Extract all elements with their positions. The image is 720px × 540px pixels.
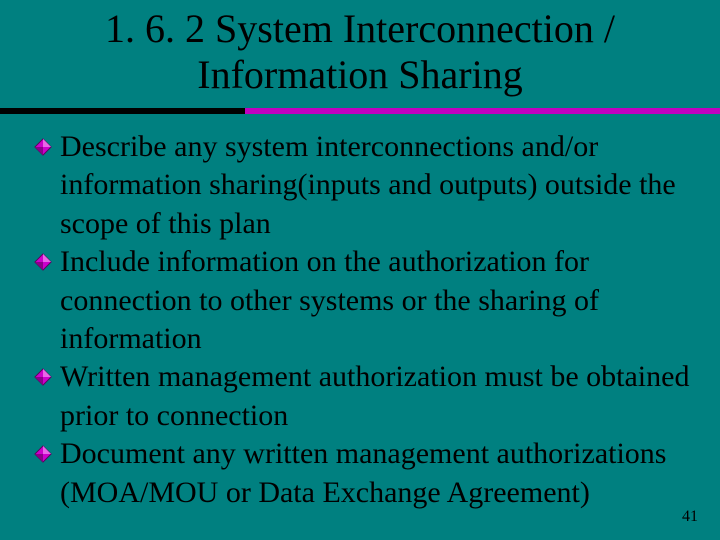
slide: 1. 6. 2 System Interconnection / Informa… xyxy=(0,0,720,540)
diamond-bullet-icon xyxy=(34,445,52,463)
diamond-bullet-icon xyxy=(34,368,52,386)
list-item-text: Written management authorization must be… xyxy=(60,358,702,435)
list-item-lead: Describe xyxy=(60,130,167,163)
list-item-text: Describe any system interconnections and… xyxy=(60,128,702,243)
list-item: Describe any system interconnections and… xyxy=(34,128,702,243)
page-number: 41 xyxy=(682,508,698,526)
list-item: Include information on the authorization… xyxy=(34,243,702,358)
diamond-bullet-icon xyxy=(34,253,52,271)
list-item-lead: Include xyxy=(60,245,150,278)
list-item-rest: management authorization must be obtaine… xyxy=(60,360,689,431)
list-item: Written management authorization must be… xyxy=(34,358,702,435)
slide-title: 1. 6. 2 System Interconnection / Informa… xyxy=(0,0,720,108)
title-line-2: Information Sharing xyxy=(197,52,523,97)
title-underline xyxy=(0,108,720,114)
title-underline-left xyxy=(0,108,245,114)
slide-body: Describe any system interconnections and… xyxy=(0,114,720,512)
list-item-text: Document any written management authoriz… xyxy=(60,435,702,512)
list-item-lead: Document xyxy=(60,437,185,470)
list-item: Document any written management authoriz… xyxy=(34,435,702,512)
list-item-lead: Written xyxy=(60,360,150,393)
title-line-1: 1. 6. 2 System Interconnection / xyxy=(105,6,615,51)
diamond-bullet-icon xyxy=(34,138,52,156)
list-item-text: Include information on the authorization… xyxy=(60,243,702,358)
